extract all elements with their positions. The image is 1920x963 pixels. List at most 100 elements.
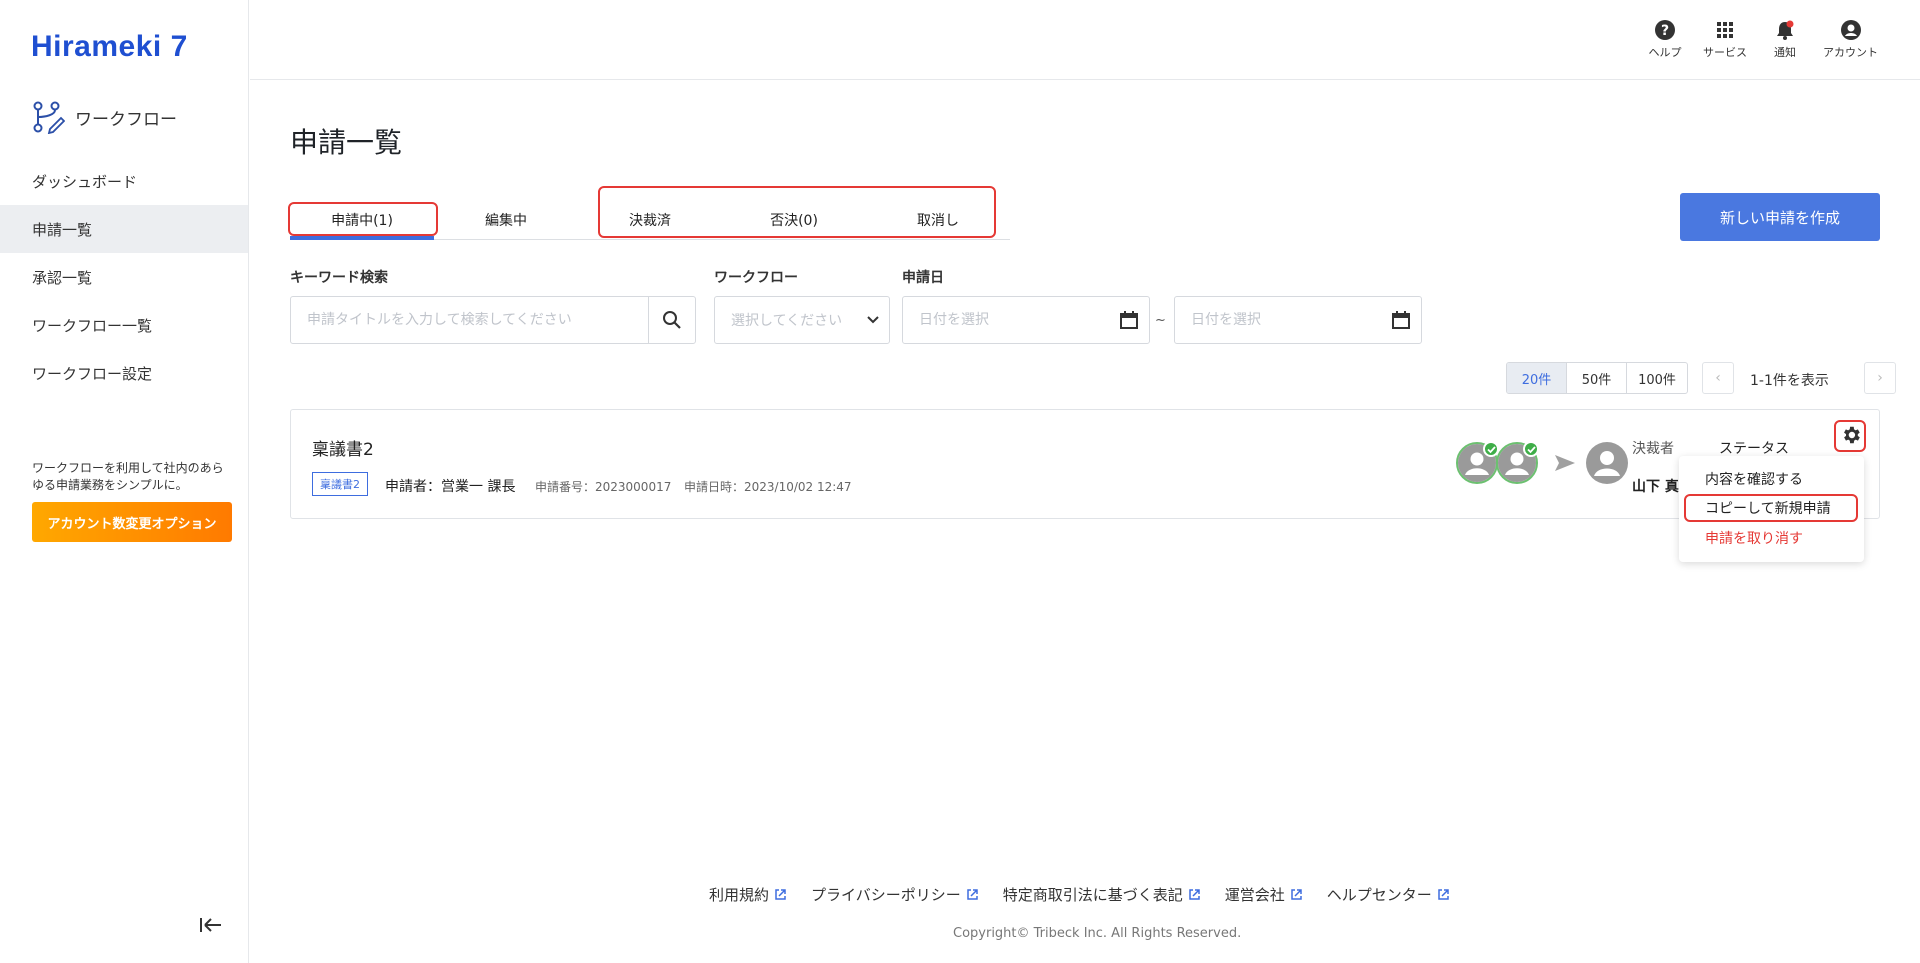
logo-text: Hirameki 7 [31, 30, 188, 63]
menu-view-details[interactable]: 内容を確認する [1705, 469, 1803, 489]
app-logo[interactable]: Hirameki 7 [31, 30, 188, 64]
topbar-actions: ? ヘルプ サービス 通知 アカウント [1645, 19, 1878, 60]
collapse-sidebar-icon[interactable] [198, 914, 224, 936]
account-option-button[interactable]: アカウント数変更オプション [32, 502, 232, 542]
external-link-icon [775, 889, 786, 900]
final-approver-avatar [1586, 442, 1628, 484]
footer-link-company[interactable]: 運営会社 [1225, 884, 1303, 905]
module-header: ワークフロー [31, 100, 177, 134]
footer-link-commerce[interactable]: 特定商取引法に基づく表記 [1003, 884, 1201, 905]
date-range-separator: ~ [1155, 313, 1166, 328]
sidebar-item-request-list[interactable]: 申請一覧 [0, 205, 248, 253]
search-button[interactable] [648, 297, 695, 343]
approver-avatar-1 [1456, 441, 1499, 484]
tab-approved[interactable]: 決裁済 [578, 200, 722, 239]
pagination-info: 1-1件を表示 [1750, 373, 1829, 389]
tab-cancelled[interactable]: 取消し [866, 200, 1010, 239]
user-icon [1586, 442, 1628, 484]
copyright: Copyright© Tribeck Inc. All Rights Reser… [953, 926, 1242, 941]
sidebar: Hirameki 7 ワークフロー ダッシュボード 申請一覧 承認一覧 ワークフ… [0, 0, 249, 963]
external-link-icon [1188, 889, 1200, 900]
tab-editing[interactable]: 編集中 [434, 200, 578, 239]
workflow-icon [33, 101, 65, 134]
request-title: 稟議書2 [312, 440, 374, 460]
workflow-select[interactable]: 選択してください [714, 296, 890, 344]
search-icon [663, 311, 681, 329]
applicant-text: 申請者：営業一 課長 [385, 479, 516, 495]
next-page-button[interactable]: › [1864, 362, 1896, 394]
account-label: アカウント [1823, 46, 1878, 59]
date-label: 申請日 [902, 270, 944, 286]
notifications-label: 通知 [1774, 46, 1796, 59]
request-action-menu: 内容を確認する コピーして新規申請 申請を取り消す [1679, 456, 1864, 562]
approver-avatar-2 [1496, 441, 1539, 484]
calendar-icon [1120, 311, 1138, 329]
workflow-tag: 稟議書2 [312, 472, 368, 496]
page-title: 申請一覧 [290, 126, 403, 159]
external-link-icon [966, 889, 978, 900]
prev-page-button[interactable]: ‹ [1702, 362, 1734, 394]
gear-icon [1844, 426, 1860, 444]
keyword-search-input[interactable] [291, 297, 648, 343]
tab-rejected[interactable]: 否決(0) [722, 200, 866, 239]
notifications-button[interactable]: 通知 [1765, 19, 1805, 60]
account-button[interactable]: アカウント [1823, 19, 1878, 60]
svg-text:?: ? [1661, 23, 1669, 39]
date-from-input[interactable] [903, 297, 1109, 343]
approval-route [1456, 441, 1628, 484]
sidebar-nav: ダッシュボード 申請一覧 承認一覧 ワークフロー一覧 ワークフロー設定 [0, 157, 248, 397]
workflow-select-placeholder: 選択してください [731, 313, 843, 329]
services-label: サービス [1703, 46, 1747, 59]
chevron-right-icon: › [1877, 370, 1883, 386]
help-icon: ? [1655, 20, 1675, 40]
topbar: ? ヘルプ サービス 通知 アカウント [250, 0, 1920, 80]
keyword-search-box [290, 296, 696, 344]
menu-cancel-request[interactable]: 申請を取り消す [1705, 528, 1803, 548]
date-from-box [902, 296, 1150, 344]
footer-link-label: 特定商取引法に基づく表記 [1002, 886, 1183, 904]
help-button[interactable]: ? ヘルプ [1645, 19, 1685, 60]
external-link-icon [1291, 889, 1302, 900]
footer-link-label: プライバシーポリシー [811, 886, 961, 904]
footer-link-terms[interactable]: 利用規約 [709, 884, 787, 905]
date-to-calendar-button[interactable] [1381, 310, 1421, 330]
tab-in-progress[interactable]: 申請中(1) [290, 200, 434, 240]
page-size-50[interactable]: 50件 [1567, 363, 1627, 393]
settings-button[interactable] [1837, 421, 1865, 449]
request-card[interactable]: 稟議書2 稟議書2 申請者：営業一 課長 申請番号：2023000017 申請日… [290, 409, 1880, 519]
bell-icon [1777, 20, 1794, 40]
footer-link-privacy[interactable]: プライバシーポリシー [811, 884, 979, 905]
send-arrow-icon [1555, 455, 1575, 471]
request-date: 申請日時：2023/10/02 12:47 [684, 480, 852, 494]
sidebar-item-workflow-list[interactable]: ワークフロー一覧 [0, 301, 248, 349]
page-size-20[interactable]: 20件 [1507, 363, 1567, 393]
check-icon [1523, 441, 1539, 457]
promo-text: ワークフローを利用して社内のあらゆる申請業務をシンプルに。 [32, 461, 224, 492]
date-to-box [1174, 296, 1422, 344]
account-icon [1840, 20, 1861, 40]
menu-copy-new-request[interactable]: コピーして新規申請 [1705, 498, 1831, 518]
footer-link-label: 利用規約 [709, 886, 770, 904]
external-link-icon [1438, 889, 1449, 900]
footer-link-label: 運営会社 [1224, 886, 1285, 904]
approver-name: 山下 真 [1632, 479, 1679, 495]
services-button[interactable]: サービス [1703, 19, 1747, 60]
sidebar-item-dashboard[interactable]: ダッシュボード [0, 157, 248, 205]
footer-link-help-center[interactable]: ヘルプセンター [1327, 884, 1450, 905]
date-from-calendar-button[interactable] [1109, 310, 1149, 330]
chevron-down-icon [867, 316, 879, 324]
new-request-button[interactable]: 新しい申請を作成 [1680, 193, 1880, 241]
keyword-label: キーワード検索 [290, 270, 388, 286]
grid-icon [1717, 22, 1733, 38]
workflow-label: ワークフロー [714, 270, 798, 286]
date-to-input[interactable] [1175, 297, 1381, 343]
sidebar-item-workflow-settings[interactable]: ワークフロー設定 [0, 349, 248, 397]
status-tabs: 申請中(1) 編集中 決裁済 否決(0) 取消し [290, 200, 1010, 240]
module-label: ワークフロー [75, 109, 177, 130]
chevron-left-icon: ‹ [1715, 370, 1721, 386]
approver-label: 決裁者 [1632, 441, 1674, 457]
calendar-icon [1392, 311, 1410, 329]
sidebar-item-approval-list[interactable]: 承認一覧 [0, 253, 248, 301]
footer-links: 利用規約 プライバシーポリシー 特定商取引法に基づく表記 運営会社 ヘルプセンタ… [709, 884, 1450, 905]
page-size-100[interactable]: 100件 [1627, 363, 1687, 393]
